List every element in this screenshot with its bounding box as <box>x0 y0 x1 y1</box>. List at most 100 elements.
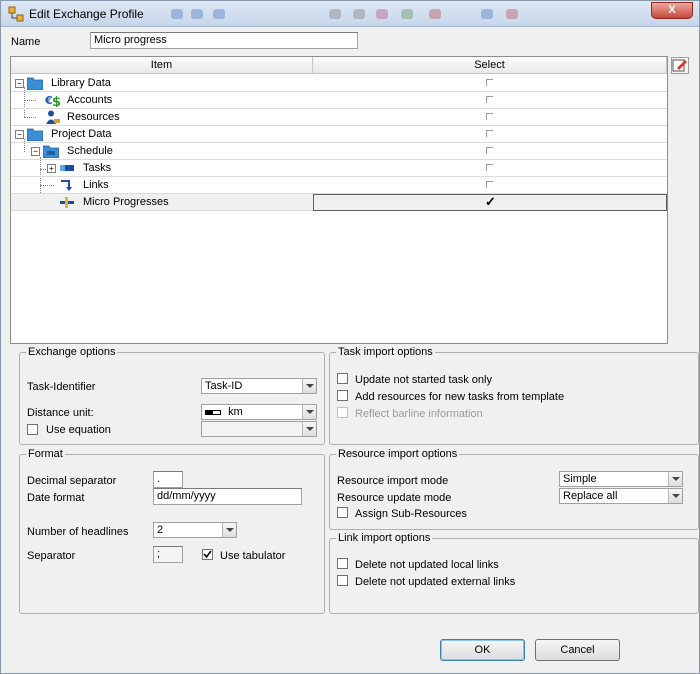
name-label: Name <box>11 36 41 48</box>
chevron-down-icon[interactable] <box>668 489 682 503</box>
checkmark-icon <box>203 550 212 559</box>
group-title: Task import options <box>336 346 435 358</box>
headlines-value: 2 <box>157 524 164 536</box>
tree-row-label: Micro Progresses <box>83 196 169 208</box>
reflect-barline-checkbox[interactable] <box>337 407 348 418</box>
resource-update-mode-label: Resource update mode <box>337 492 452 504</box>
name-input[interactable]: Micro progress <box>90 32 358 49</box>
chevron-down-icon[interactable] <box>302 379 316 393</box>
micro-progress-icon <box>60 197 74 208</box>
group-title: Link import options <box>336 532 433 544</box>
ghost-toolbar-icon <box>329 9 341 19</box>
task-bar-icon <box>60 165 74 171</box>
ghost-toolbar-icon <box>506 9 518 19</box>
expand-toggle[interactable]: + <box>47 164 56 173</box>
tree-row-label: Schedule <box>67 145 113 157</box>
headlines-label: Number of headlines <box>27 526 129 538</box>
group-title: Format <box>26 448 65 460</box>
update-not-started-checkbox[interactable] <box>337 373 348 384</box>
tree-row-label: Accounts <box>67 94 113 106</box>
separator-label: Separator <box>27 550 76 562</box>
collapse-toggle[interactable]: − <box>15 130 24 139</box>
add-resources-checkbox[interactable] <box>337 390 348 401</box>
distance-unit-value: km <box>228 406 243 418</box>
decimal-separator-label: Decimal separator <box>27 475 117 487</box>
date-format-input[interactable]: dd/mm/yyyy <box>153 488 302 505</box>
use-equation-checkbox[interactable] <box>27 424 38 435</box>
chevron-down-icon[interactable] <box>302 422 316 436</box>
cancel-button[interactable]: Cancel <box>535 639 620 661</box>
assign-sub-resources-label: Assign Sub-Resources <box>355 508 467 520</box>
chevron-down-icon[interactable] <box>302 405 316 419</box>
dialog-window: Edit Exchange Profile X Name Micro progr… <box>0 0 700 674</box>
task-identifier-label: Task-Identifier <box>27 381 96 393</box>
tree-row-accounts[interactable]: € $ Accounts <box>11 92 667 109</box>
tree-row-micro-progresses[interactable]: Micro Progresses ✓ <box>11 194 667 211</box>
select-checkbox[interactable] <box>486 96 493 103</box>
resource-import-mode-label: Resource import mode <box>337 475 449 487</box>
tree-row-label: Project Data <box>51 128 112 140</box>
select-checkbox[interactable] <box>486 130 493 137</box>
use-tabulator-checkbox[interactable] <box>202 549 213 560</box>
collapse-toggle[interactable]: − <box>31 147 40 156</box>
resource-update-mode-value: Replace all <box>563 490 618 502</box>
resource-update-mode-select[interactable]: Replace all <box>559 488 683 504</box>
schedule-folder-icon <box>43 145 59 158</box>
ok-button[interactable]: OK <box>440 639 525 661</box>
chevron-down-icon[interactable] <box>668 472 682 486</box>
group-title: Resource import options <box>336 448 460 460</box>
folder-icon <box>27 77 43 90</box>
use-equation-label: Use equation <box>46 424 111 436</box>
select-checkbox[interactable] <box>486 181 493 188</box>
select-checkbox[interactable] <box>486 79 493 86</box>
checked-mark-icon[interactable]: ✓ <box>485 194 496 210</box>
ghost-toolbar-icon <box>401 9 413 19</box>
use-tabulator-label: Use tabulator <box>220 550 286 562</box>
chevron-down-icon[interactable] <box>222 523 236 537</box>
ghost-toolbar-icon <box>429 9 441 19</box>
scale-bar-icon <box>205 409 221 415</box>
title-bar[interactable]: Edit Exchange Profile X <box>1 1 699 27</box>
distance-unit-label: Distance unit: <box>27 407 94 419</box>
tree-row-schedule[interactable]: − Schedule <box>11 143 667 160</box>
headlines-select[interactable]: 2 <box>153 522 237 538</box>
tree-row-label: Links <box>83 179 109 191</box>
group-title: Exchange options <box>26 346 118 358</box>
tree-row-tasks[interactable]: + Tasks <box>11 160 667 177</box>
collapse-toggle[interactable]: − <box>15 79 24 88</box>
select-checkbox[interactable] <box>486 113 493 120</box>
ghost-toolbar-icon <box>353 9 365 19</box>
tree-row-resources[interactable]: Resources <box>11 109 667 126</box>
tree-row-project-data[interactable]: − Project Data <box>11 126 667 143</box>
person-icon <box>46 110 60 124</box>
tree-row-library-data[interactable]: − Library Data <box>11 75 667 92</box>
svg-text:$: $ <box>52 95 61 107</box>
resource-import-mode-select[interactable]: Simple <box>559 471 683 487</box>
tree-row-label: Library Data <box>51 77 111 89</box>
close-button[interactable]: X <box>651 2 693 19</box>
select-checkbox[interactable] <box>486 164 493 171</box>
equation-select[interactable] <box>201 421 317 437</box>
decimal-separator-input[interactable]: . <box>153 471 183 488</box>
separator-input[interactable]: ; <box>153 546 183 563</box>
distance-unit-select[interactable]: km <box>201 404 317 420</box>
column-header-item[interactable]: Item <box>11 57 313 74</box>
item-tree-table: Item Select − Library Data € $ Accounts R… <box>10 56 668 344</box>
assign-sub-resources-checkbox[interactable] <box>337 507 348 518</box>
delete-local-links-label: Delete not updated local links <box>355 559 499 571</box>
tree-row-label: Tasks <box>83 162 112 174</box>
column-header-select[interactable]: Select <box>313 57 667 74</box>
window-title: Edit Exchange Profile <box>29 7 144 21</box>
task-identifier-select[interactable]: Task-ID <box>201 378 317 394</box>
ghost-toolbar-icon <box>191 9 203 19</box>
delete-local-links-checkbox[interactable] <box>337 558 348 569</box>
link-arrow-icon <box>61 180 72 191</box>
ghost-toolbar-icon <box>213 9 225 19</box>
edit-button[interactable] <box>671 57 689 74</box>
select-checkbox[interactable] <box>486 147 493 154</box>
delete-external-links-label: Delete not updated external links <box>355 576 516 588</box>
delete-external-links-checkbox[interactable] <box>337 575 348 586</box>
resource-import-mode-value: Simple <box>563 473 597 485</box>
update-not-started-label: Update not started task only <box>355 374 492 386</box>
tree-row-links[interactable]: Links <box>11 177 667 194</box>
